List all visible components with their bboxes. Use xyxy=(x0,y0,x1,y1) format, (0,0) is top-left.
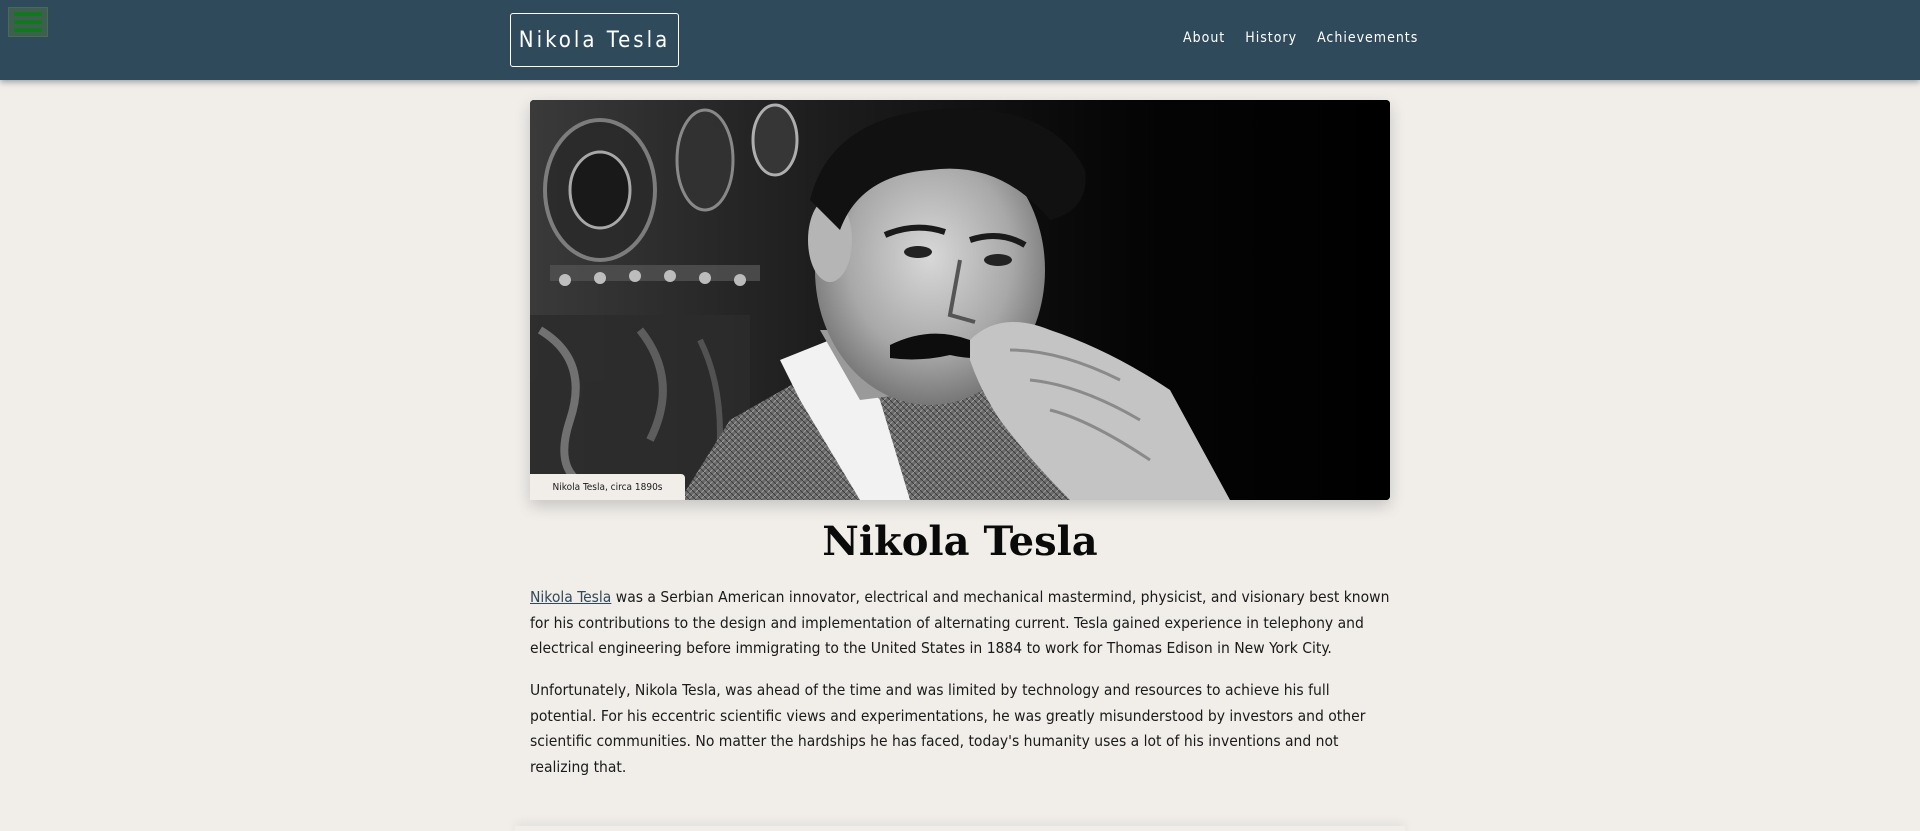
hero-image xyxy=(530,100,1390,500)
tesla-portrait-image xyxy=(530,100,1390,500)
nav-link-about[interactable]: About xyxy=(1183,30,1225,46)
intro-paragraph-text: was a Serbian American innovator, electr… xyxy=(530,588,1390,657)
brand-logo-link[interactable]: Nikola Tesla xyxy=(510,13,679,67)
second-paragraph: Unfortunately, Nikola Tesla, was ahead o… xyxy=(530,681,1366,776)
nav-link-achievements[interactable]: Achievements xyxy=(1317,30,1418,46)
menu-bar-1 xyxy=(14,12,42,16)
nav-links: About History Achievements xyxy=(1183,30,1418,46)
wiki-link-nikola-tesla[interactable]: Nikola Tesla xyxy=(530,588,611,606)
top-navbar: Nikola Tesla About History Achievements xyxy=(0,0,1920,80)
next-section-card xyxy=(515,826,1405,831)
hamburger-menu-icon[interactable] xyxy=(8,7,48,37)
intro-paragraph: Nikola Tesla was a Serbian American inno… xyxy=(530,585,1390,662)
page-title: Nikola Tesla xyxy=(822,518,1098,565)
menu-bar-2 xyxy=(14,20,42,24)
nav-link-history[interactable]: History xyxy=(1245,30,1297,46)
menu-bar-3 xyxy=(14,28,42,32)
image-caption: Nikola Tesla, circa 1890s xyxy=(530,474,685,500)
